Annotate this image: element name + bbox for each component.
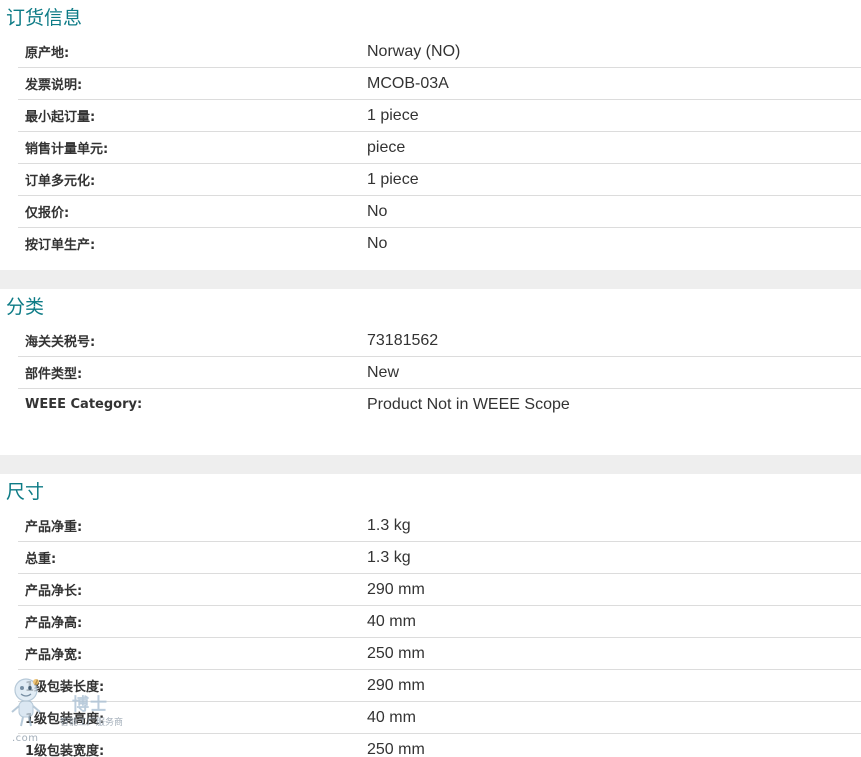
watermark-tagline: 智能工厂服务商 — [60, 718, 124, 728]
row-label: 仅报价: — [25, 206, 70, 221]
table-row: 总重: 1.3 kg — [18, 542, 861, 574]
row-label: 部件类型: — [25, 367, 83, 382]
table-row: WEEE Category: Product Not in WEEE Scope — [18, 389, 861, 420]
row-value: 1 piece — [367, 170, 419, 188]
row-label: 产品净重: — [25, 520, 83, 535]
table-row: 订单多元化: 1 piece — [18, 164, 861, 196]
table-row: 销售计量单元: piece — [18, 132, 861, 164]
table-row: 原产地: Norway (NO) — [18, 36, 861, 68]
row-value: No — [367, 234, 388, 252]
table-row: 产品净宽: 250 mm — [18, 638, 861, 670]
row-value: 1.3 kg — [367, 516, 411, 534]
section-title-classification: 分类 — [6, 296, 45, 318]
row-value: 250 mm — [367, 644, 425, 662]
row-label: WEEE Category: — [25, 397, 143, 412]
row-label: 订单多元化: — [25, 174, 96, 189]
row-value: piece — [367, 138, 406, 156]
table-row: 海关关税号: 73181562 — [18, 325, 861, 357]
section-title-order-info: 订货信息 — [6, 7, 83, 29]
row-label: 1级包装宽度: — [25, 744, 105, 757]
row-label: 产品净宽: — [25, 648, 83, 663]
section-title-dimensions: 尺寸 — [6, 481, 45, 503]
table-row: 发票说明: MCOB-03A — [18, 68, 861, 100]
row-label: 按订单生产: — [25, 238, 96, 253]
row-label: 产品净高: — [25, 616, 83, 631]
row-value: 1 piece — [367, 106, 419, 124]
section-divider — [0, 455, 861, 474]
table-row: 1级包装高度: 40 mm — [18, 702, 861, 734]
row-value: No — [367, 202, 388, 220]
row-value: Product Not in WEEE Scope — [367, 395, 570, 413]
row-value: 73181562 — [367, 331, 439, 349]
row-label: 原产地: — [25, 46, 70, 61]
order-info-table: 原产地: Norway (NO) 发票说明: MCOB-03A 最小起订量: 1 pi… — [0, 36, 861, 259]
row-value: 290 mm — [367, 580, 425, 598]
row-label: 最小起订量: — [25, 110, 96, 125]
table-row: 产品净重: 1.3 kg — [18, 510, 861, 542]
table-row: 产品净长: 290 mm — [18, 574, 861, 606]
row-value: 40 mm — [367, 612, 416, 630]
row-value: 1.3 kg — [367, 548, 411, 566]
classification-table: 海关关税号: 73181562 部件类型: New WEEE Category: Pr… — [0, 325, 861, 420]
table-row: 1级包装宽度: 250 mm — [18, 734, 861, 757]
row-value: New — [367, 363, 400, 381]
table-row: 1级包装长度: 290 mm — [18, 670, 861, 702]
table-row: 仅报价: No — [18, 196, 861, 228]
watermark-url: .com — [12, 733, 39, 744]
dimensions-section: 尺寸 产品净重: 1.3 kg 总重: 1.3 kg 产品净长: 290 mm 产品净… — [0, 474, 861, 757]
row-value: MCOB-03A — [367, 74, 449, 92]
row-value: 40 mm — [367, 708, 416, 726]
row-label: 总重: — [25, 552, 57, 567]
row-label: 发票说明: — [25, 78, 83, 93]
table-row: 最小起订量: 1 piece — [18, 100, 861, 132]
watermark-brand: 博士 — [72, 695, 108, 715]
table-row: 按订单生产: No — [18, 228, 861, 259]
row-label: 海关关税号: — [25, 335, 96, 350]
order-info-section: 订货信息 原产地: Norway (NO) 发票说明: MCOB-03A 最小起订量… — [0, 0, 861, 270]
row-label: 产品净长: — [25, 584, 83, 599]
section-divider — [0, 270, 861, 289]
row-value: 290 mm — [367, 676, 425, 694]
table-row: 部件类型: New — [18, 357, 861, 389]
classification-section: 分类 海关关税号: 73181562 部件类型: New WEEE Category… — [0, 289, 861, 455]
row-label: 1级包装长度: — [25, 680, 105, 695]
row-value: 250 mm — [367, 740, 425, 757]
table-row: 产品净高: 40 mm — [18, 606, 861, 638]
dimensions-table: 产品净重: 1.3 kg 总重: 1.3 kg 产品净长: 290 mm 产品净高: 4… — [0, 510, 861, 757]
row-label: 销售计量单元: — [25, 142, 109, 157]
row-value: Norway (NO) — [367, 42, 461, 60]
